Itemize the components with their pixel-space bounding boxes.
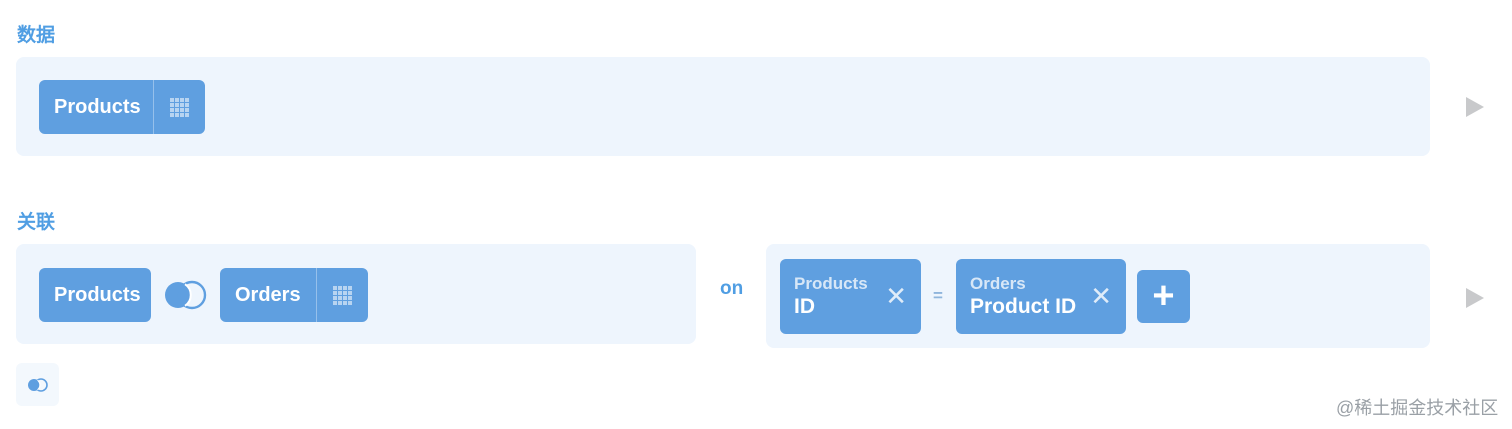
inner-join-icon[interactable] [161,280,211,310]
right-table-label: Orders [235,283,301,306]
right-condition-column: Product ID [970,295,1077,318]
table-grid-button[interactable] [153,80,205,134]
left-condition-column: ID [794,295,815,318]
source-table-label: Products [54,95,141,118]
table-grid-icon [170,97,189,117]
data-source-panel: Products [16,57,1430,156]
plus-icon: + [1152,275,1175,317]
close-icon[interactable]: ✕ [885,283,907,309]
left-condition-field[interactable]: Products ID ✕ [780,259,921,334]
table-grid-button[interactable] [316,268,368,322]
close-icon[interactable]: ✕ [1090,283,1112,309]
join-operator: = [933,286,943,305]
data-section-label: 数据 [17,25,56,46]
join-icon [27,377,48,392]
play-arrow-icon[interactable] [1466,97,1484,117]
right-condition-table: Orders [970,274,1026,293]
left-table-label: Products [54,283,141,306]
add-condition-button[interactable]: + [1137,270,1190,323]
table-grid-icon [333,285,352,305]
right-condition-field[interactable]: Orders Product ID ✕ [956,259,1126,334]
left-condition-table: Products [794,274,868,293]
join-on-label: on [720,278,744,299]
play-arrow-icon[interactable] [1466,288,1484,308]
add-join-button[interactable] [16,363,59,406]
source-table-pill[interactable]: Products [39,80,205,134]
watermark: @稀土掘金技术社区 [1336,398,1499,418]
left-table-pill[interactable]: Products [39,268,151,322]
join-section-label: 关联 [17,212,56,233]
right-table-pill[interactable]: Orders [220,268,368,322]
join-tables-panel: Products Orders [16,244,696,344]
